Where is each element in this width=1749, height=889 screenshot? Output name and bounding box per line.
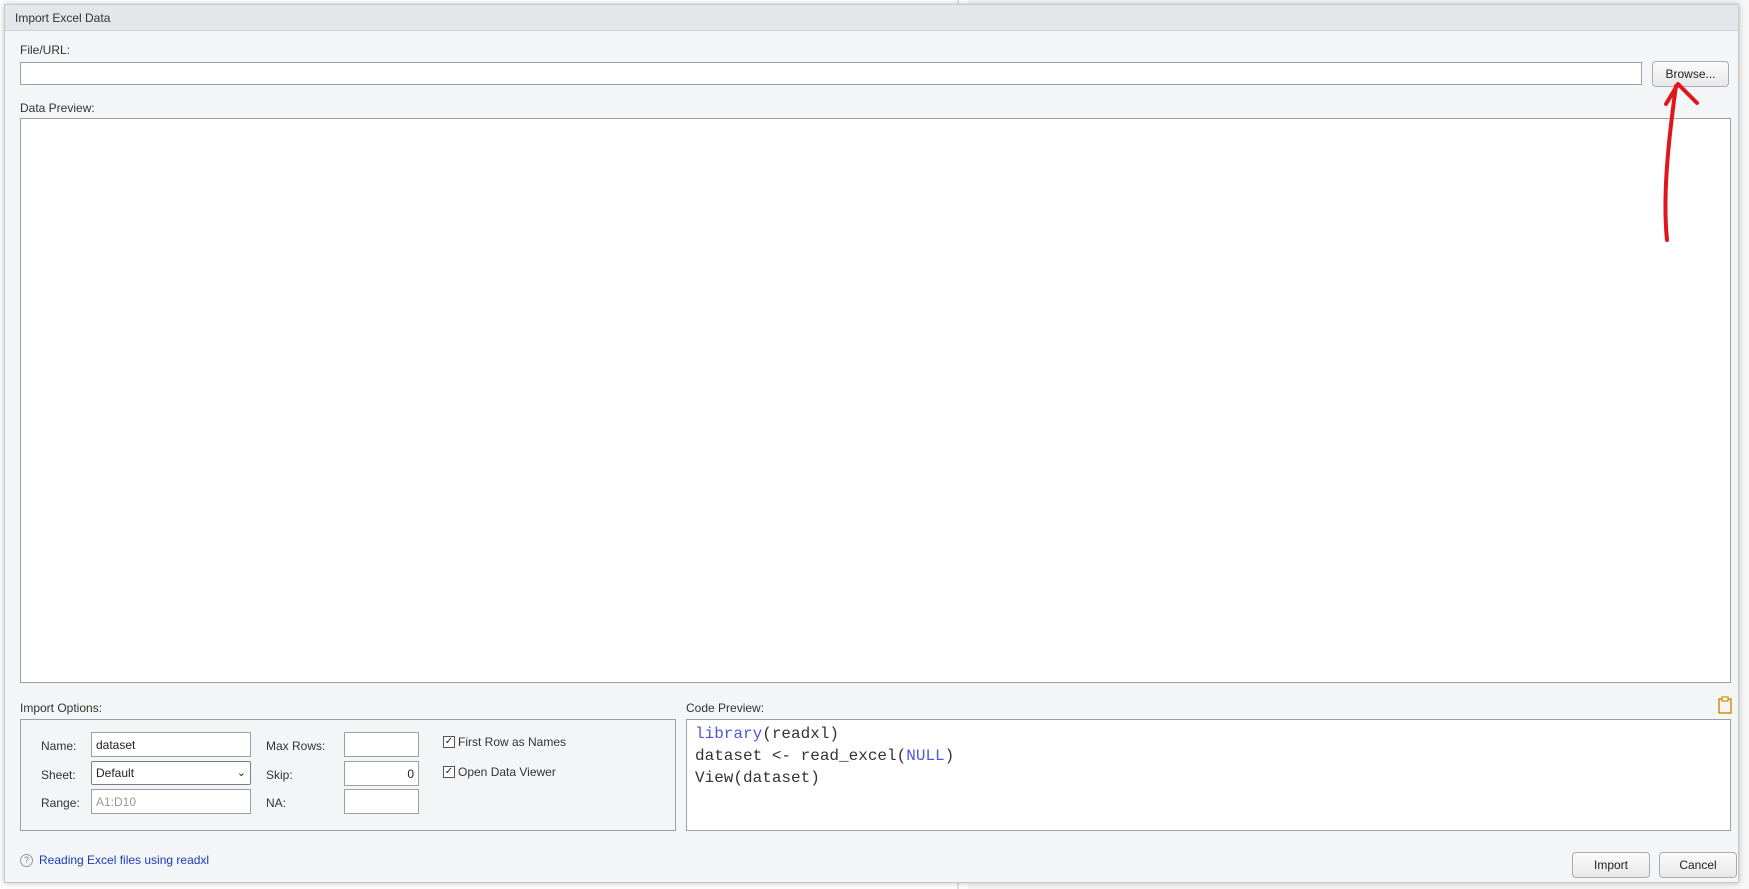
checkmark-icon: ✓: [443, 736, 455, 748]
help-link-text[interactable]: Reading Excel files using readxl: [39, 853, 209, 867]
code-text: ): [944, 747, 955, 765]
skip-label: Skip:: [266, 768, 293, 782]
sheet-select-value: Default: [96, 766, 135, 780]
chevron-down-icon: ⌄: [236, 767, 246, 779]
code-line-2: dataset <- read_excel(NULL): [695, 745, 1730, 767]
range-label: Range:: [41, 796, 80, 810]
cancel-button[interactable]: Cancel: [1659, 852, 1737, 878]
clipboard-icon[interactable]: [1717, 696, 1733, 714]
dialog-title: Import Excel Data: [15, 11, 111, 25]
max-rows-label: Max Rows:: [266, 739, 326, 753]
import-button[interactable]: Import: [1572, 852, 1650, 878]
code-preview-editor[interactable]: library(readxl) dataset <- read_excel(NU…: [686, 719, 1731, 831]
file-url-input[interactable]: [20, 62, 1642, 85]
browse-button[interactable]: Browse...: [1652, 61, 1729, 87]
first-row-as-names-checkbox[interactable]: ✓ First Row as Names: [443, 735, 566, 749]
code-preview-label: Code Preview:: [686, 701, 765, 715]
code-keyword: NULL: [906, 747, 945, 765]
code-line-1: library(readxl): [695, 723, 1730, 745]
help-icon: ?: [20, 853, 33, 867]
range-input[interactable]: [91, 789, 251, 814]
name-input[interactable]: [91, 732, 251, 757]
open-data-viewer-label: Open Data Viewer: [458, 765, 556, 779]
na-label: NA:: [266, 796, 287, 810]
name-label: Name:: [41, 739, 77, 753]
import-options-label: Import Options:: [20, 701, 103, 715]
code-text: dataset <- read_excel(: [695, 747, 907, 765]
code-line-3: View(dataset): [695, 769, 820, 787]
file-url-label: File/URL:: [20, 43, 71, 57]
first-row-as-names-label: First Row as Names: [458, 735, 567, 749]
code-text: (readxl): [762, 725, 840, 743]
sheet-select[interactable]: Default ⌄: [91, 761, 251, 785]
data-preview-label: Data Preview:: [20, 101, 95, 115]
max-rows-input[interactable]: [344, 732, 419, 757]
help-link[interactable]: ? Reading Excel files using readxl: [20, 853, 209, 867]
skip-input[interactable]: [344, 761, 419, 786]
import-excel-dialog: Import Excel Data File/URL: Browse... Da…: [4, 4, 1739, 883]
code-keyword: library: [695, 725, 763, 743]
checkmark-icon: ✓: [443, 766, 455, 778]
import-options-panel: Name: Sheet: Default ⌄ Range: Max Rows: …: [20, 719, 676, 831]
dialog-titlebar: Import Excel Data: [5, 5, 1738, 31]
sheet-label: Sheet:: [41, 768, 76, 782]
open-data-viewer-checkbox[interactable]: ✓ Open Data Viewer: [443, 765, 556, 779]
data-preview-pane: [20, 118, 1731, 683]
na-input[interactable]: [344, 789, 419, 814]
